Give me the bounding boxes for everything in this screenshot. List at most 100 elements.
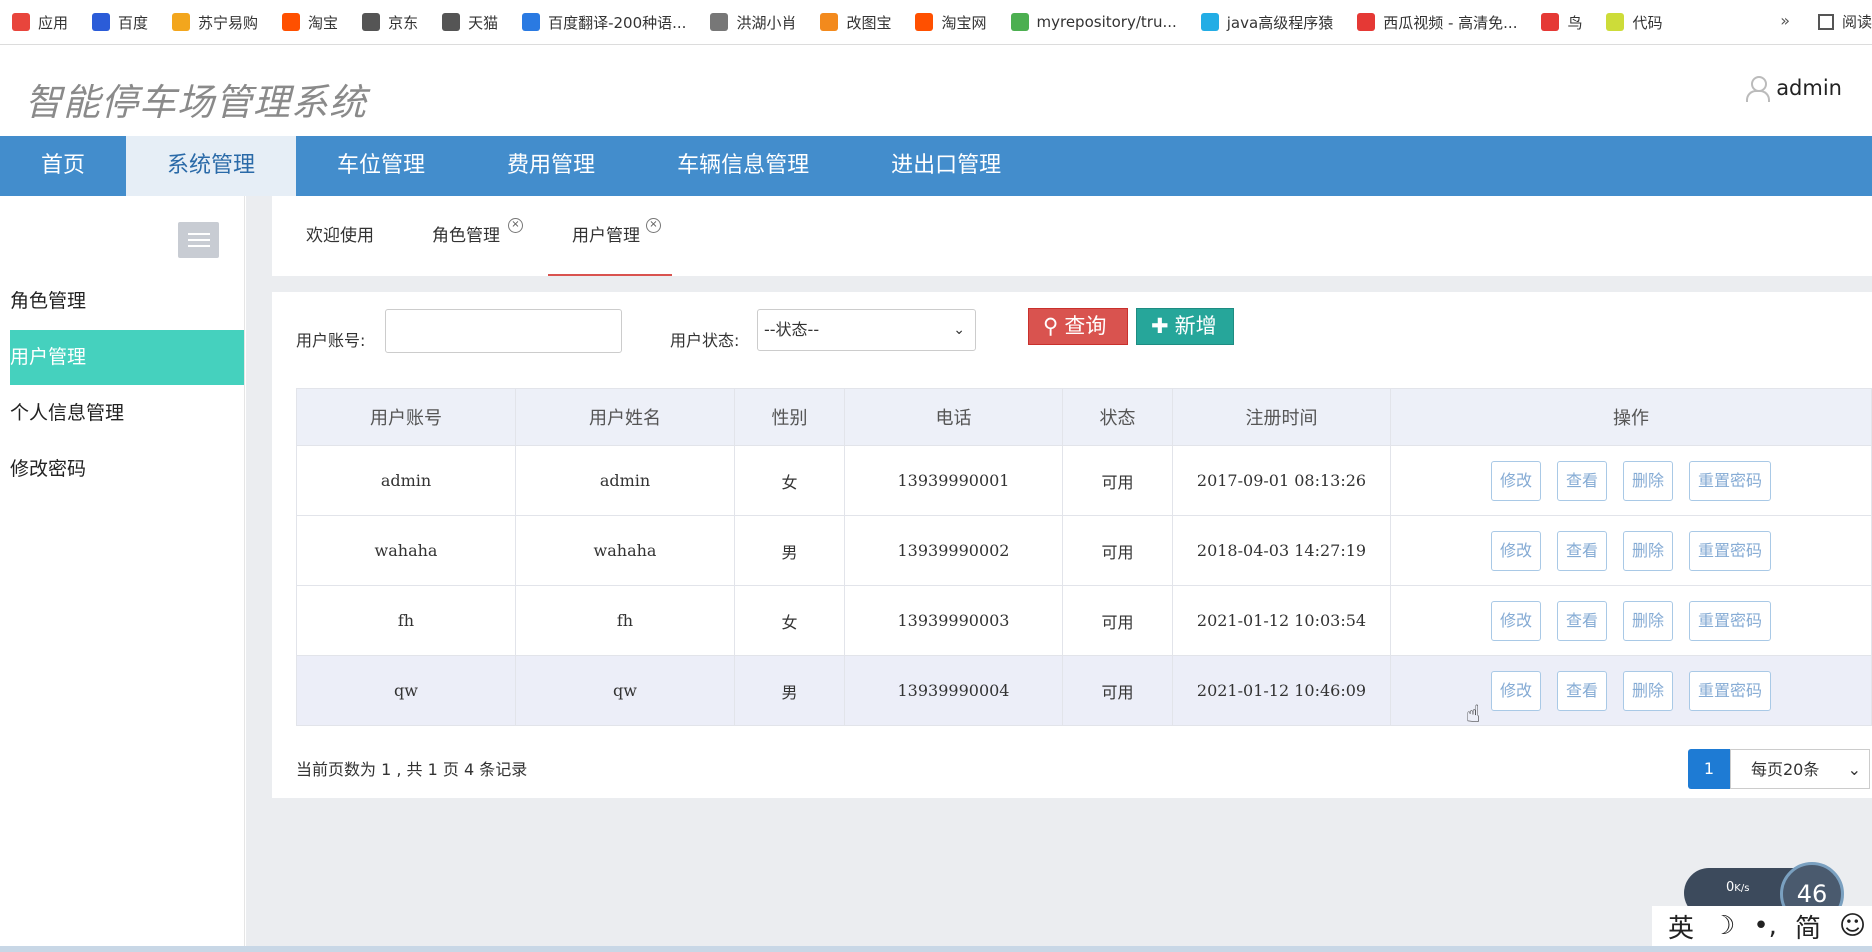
table-cell: 13939990001 — [844, 445, 1063, 516]
table-cell: 可用 — [1062, 515, 1173, 586]
bookmark-item[interactable]: 淘宝 — [282, 12, 338, 33]
bookmark-label: 苏宁易购 — [198, 13, 259, 32]
page-number-button[interactable]: 1 — [1688, 749, 1730, 789]
bookmark-item[interactable]: 应用 — [12, 12, 68, 33]
bookmark-item[interactable]: java高级程序猿 — [1200, 12, 1334, 33]
nav-vehicle-info[interactable]: 车辆信息管理 — [636, 136, 850, 196]
view-button[interactable]: 查看 — [1556, 670, 1607, 711]
bird-icon — [1541, 13, 1560, 31]
reading-list-button[interactable]: 阅读 — [1817, 11, 1872, 32]
main-content: 欢迎使用 角色管理 × 用户管理 × 用户账号: 用户状态: --状态-- ⌄ … — [246, 196, 1872, 952]
delete-button[interactable]: 删除 — [1623, 530, 1674, 571]
table-cell: wahaha — [515, 515, 735, 586]
sidebar-toggle-button[interactable] — [178, 222, 219, 258]
table-row: wahaha wahaha 男 13939990002 可用 2018-04-03 14:… — [296, 515, 1872, 586]
edit-button[interactable]: 修改 — [1490, 460, 1541, 501]
tab-welcome[interactable]: 欢迎使用 — [306, 196, 374, 276]
reset-password-button[interactable]: 重置密码 — [1689, 670, 1772, 711]
reset-password-button[interactable]: 重置密码 — [1689, 530, 1772, 571]
edit-button[interactable]: 修改 — [1490, 530, 1541, 571]
status-select[interactable]: --状态-- ⌄ — [757, 309, 976, 351]
view-button[interactable]: 查看 — [1556, 530, 1607, 571]
delete-button[interactable]: 删除 — [1623, 600, 1674, 641]
bookmark-item[interactable]: 代码 — [1606, 12, 1663, 33]
bookmark-item[interactable]: 百度翻译-200种语... — [522, 12, 686, 33]
table-cell: 女 — [734, 585, 845, 656]
bookmark-item[interactable]: 百度 — [92, 12, 148, 33]
view-button[interactable]: 查看 — [1556, 460, 1607, 501]
table-cell: 2017-09-01 08:13:26 — [1172, 445, 1391, 516]
table-row: admin admin 女 13939990001 可用 2017-09-01 08:13… — [296, 445, 1872, 516]
bookmark-label: java高级程序猿 — [1226, 13, 1334, 32]
moon-icon[interactable]: ☽ — [1712, 911, 1735, 941]
sidebar-item-roles[interactable]: 角色管理 — [10, 274, 244, 329]
bookmark-label: 西瓜视频 - 高清免... — [1383, 13, 1518, 32]
page-size-select[interactable]: 每页20条 ⌄ — [1730, 749, 1870, 789]
add-button-label: 新增 — [1174, 314, 1217, 338]
emoji-icon[interactable]: ☺ — [1839, 911, 1866, 941]
search-icon: ⚲ — [1043, 314, 1059, 338]
query-button[interactable]: ⚲ 查询 — [1028, 308, 1128, 345]
col-phone: 电话 — [844, 388, 1063, 446]
edit-button[interactable]: 修改 — [1490, 600, 1541, 641]
ime-lang-toggle[interactable]: 英 — [1668, 908, 1694, 945]
edit-button[interactable]: 修改 — [1490, 670, 1541, 711]
nav-entry-exit[interactable]: 进出口管理 — [850, 136, 1042, 196]
tab-roles[interactable]: 角色管理 — [432, 196, 500, 276]
delete-button[interactable]: 删除 — [1623, 670, 1674, 711]
ime-simplified-toggle[interactable]: 简 — [1795, 908, 1821, 945]
account-input[interactable] — [385, 309, 622, 353]
tab-users[interactable]: 用户管理 — [548, 196, 672, 276]
nav-parking-space[interactable]: 车位管理 — [296, 136, 466, 196]
view-button[interactable]: 查看 — [1556, 600, 1607, 641]
chevron-down-icon: ⌄ — [1847, 760, 1861, 779]
sidebar: 角色管理 用户管理 个人信息管理 修改密码 — [0, 196, 245, 952]
punctuation-icon[interactable]: •, — [1753, 911, 1777, 941]
sidebar-item-profile[interactable]: 个人信息管理 — [10, 386, 244, 441]
table-cell: 可用 — [1062, 445, 1173, 516]
tab-roles-close-icon[interactable]: × — [508, 218, 523, 233]
query-button-label: 查询 — [1064, 314, 1107, 338]
nav-fees[interactable]: 费用管理 — [466, 136, 636, 196]
globe-icon — [442, 13, 461, 31]
bookmarks-more-button[interactable]: » — [1780, 11, 1790, 30]
col-account: 用户账号 — [296, 388, 516, 446]
bookmark-item[interactable]: 洪湖小肖 — [710, 12, 796, 33]
tab-bar: 欢迎使用 角色管理 × 用户管理 × — [272, 196, 1872, 276]
nav-system-management[interactable]: 系统管理 — [126, 136, 297, 196]
taobao-icon — [915, 13, 934, 31]
xigua-icon — [1357, 13, 1376, 31]
table-header-row: 用户账号 用户姓名 性别 电话 状态 注册时间 操作 — [296, 388, 1872, 446]
page-size-value: 每页20条 — [1751, 760, 1820, 779]
bookmark-item[interactable]: 鸟 — [1541, 12, 1582, 33]
nav-home[interactable]: 首页 — [0, 136, 126, 196]
col-status: 状态 — [1062, 388, 1173, 446]
table-cell: 2018-04-03 14:27:19 — [1172, 515, 1391, 586]
bookmark-label: 鸟 — [1567, 13, 1583, 32]
account-label: 用户账号: — [296, 331, 366, 350]
table-cell: wahaha — [296, 515, 516, 586]
reset-password-button[interactable]: 重置密码 — [1689, 460, 1772, 501]
taobao-icon — [282, 13, 301, 31]
delete-button[interactable]: 删除 — [1623, 460, 1674, 501]
table-cell: 可用 — [1062, 655, 1173, 726]
table-cell: 男 — [734, 515, 845, 586]
sidebar-item-change-password[interactable]: 修改密码 — [10, 442, 244, 497]
bookmark-item[interactable]: 天猫 — [442, 12, 498, 33]
bookmark-item[interactable]: 淘宝网 — [915, 12, 987, 33]
bookmark-item[interactable]: 苏宁易购 — [172, 12, 258, 33]
bookmark-item[interactable]: 京东 — [362, 12, 418, 33]
actions-cell: 修改 查看 删除 重置密码 — [1390, 585, 1872, 656]
pager: 1 每页20条 ⌄ — [1688, 749, 1870, 789]
bookmark-item[interactable]: myrepository/tru... — [1010, 13, 1177, 31]
table-cell: 13939990003 — [844, 585, 1063, 656]
user-menu[interactable]: admin — [1744, 74, 1842, 102]
bookmark-item[interactable]: 改图宝 — [820, 12, 891, 33]
reset-password-button[interactable]: 重置密码 — [1689, 600, 1772, 641]
bookmark-item[interactable]: 西瓜视频 - 高清免... — [1357, 12, 1517, 33]
tab-users-close-icon[interactable]: × — [646, 218, 661, 233]
add-button[interactable]: ✚ 新增 — [1136, 308, 1234, 345]
taskbar-strip — [0, 946, 1872, 952]
table-cell: fh — [515, 585, 735, 656]
sidebar-item-users[interactable]: 用户管理 — [10, 330, 244, 385]
